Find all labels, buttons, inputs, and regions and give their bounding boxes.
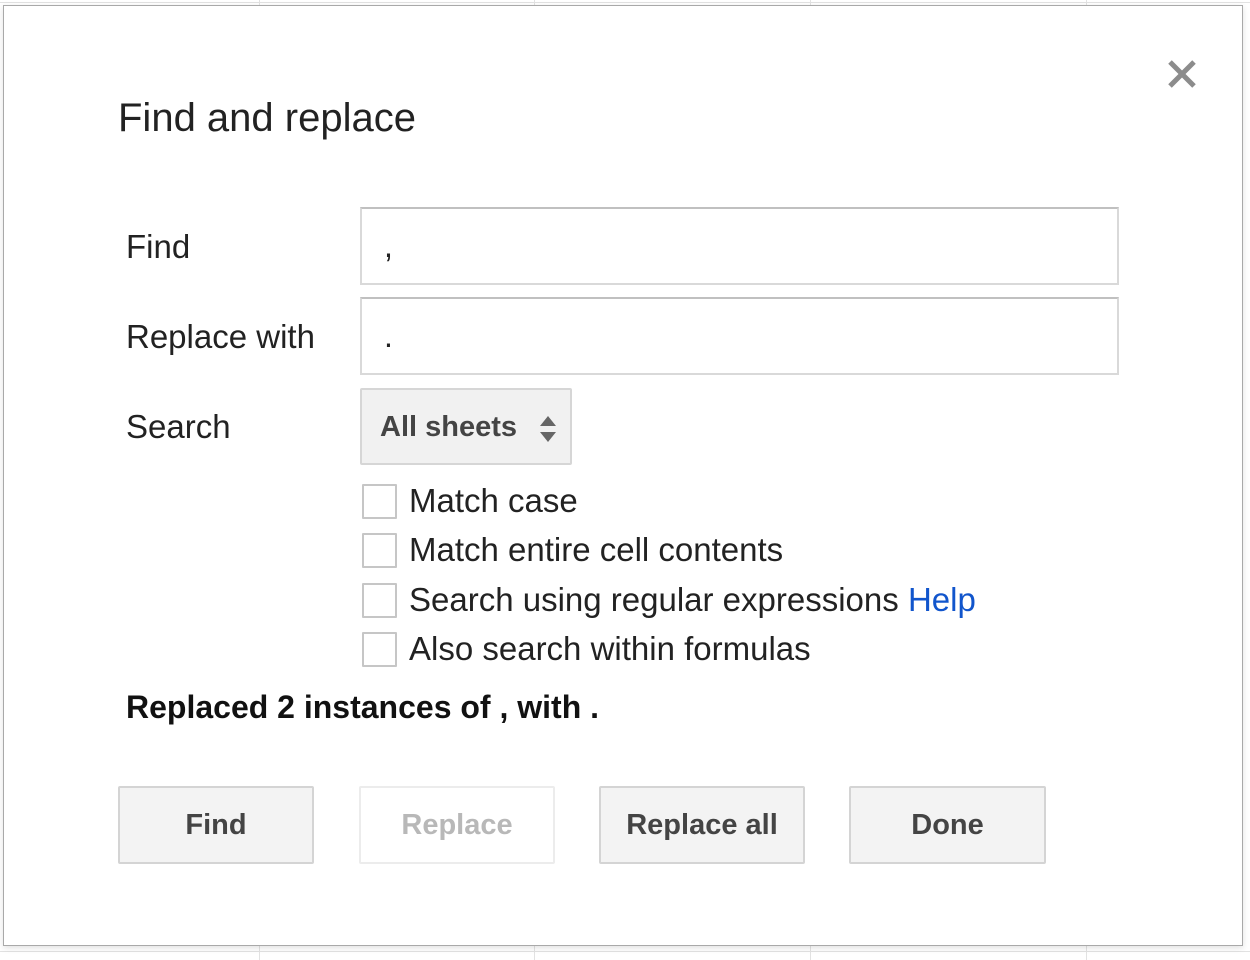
done-button[interactable]: Done — [849, 786, 1046, 864]
replace-button: Replace — [359, 786, 555, 864]
grid-line — [0, 2, 1250, 3]
search-scope-value: All sheets — [380, 411, 517, 443]
search-formulas-checkbox[interactable] — [362, 632, 397, 667]
replace-with-label: Replace with — [126, 318, 315, 355]
regex-checkbox[interactable] — [362, 583, 397, 618]
search-scope-select[interactable]: All sheets — [360, 388, 572, 465]
search-formulas-label: Also search within formulas — [409, 630, 811, 667]
match-entire-cell-label: Match entire cell contents — [409, 531, 784, 568]
sort-arrows-icon — [540, 416, 556, 442]
regex-label-wrap: Search using regular expressions Help — [409, 581, 976, 619]
dialog-title: Find and replace — [118, 96, 416, 140]
find-button[interactable]: Find — [118, 786, 314, 864]
match-case-label: Match case — [409, 482, 578, 519]
close-icon — [1168, 60, 1196, 88]
find-input[interactable] — [360, 207, 1119, 285]
status-message: Replaced 2 instances of , with . — [126, 689, 600, 725]
match-entire-cell-checkbox[interactable] — [362, 533, 397, 568]
replace-all-button[interactable]: Replace all — [599, 786, 805, 864]
help-link[interactable]: Help — [908, 581, 976, 618]
close-button[interactable] — [1164, 56, 1200, 92]
find-label: Find — [126, 228, 191, 265]
search-label: Search — [126, 408, 231, 445]
match-case-checkbox[interactable] — [362, 484, 397, 519]
replace-input[interactable] — [360, 297, 1119, 375]
grid-line — [0, 951, 1250, 952]
regex-label: Search using regular expressions — [409, 581, 899, 618]
